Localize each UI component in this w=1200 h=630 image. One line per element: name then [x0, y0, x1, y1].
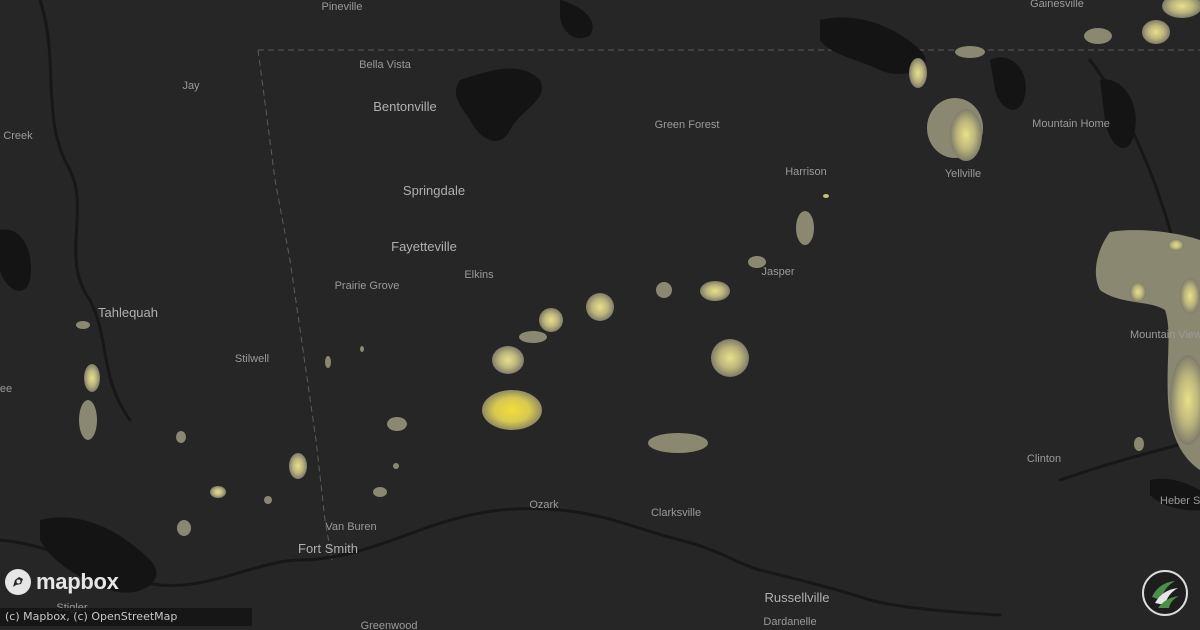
- city-label: Tahlequah: [98, 305, 158, 320]
- hail-swath: [176, 431, 186, 443]
- city-label: Fort Smith: [298, 541, 358, 556]
- hail-swath: [909, 58, 927, 88]
- city-label: Creek: [3, 130, 33, 142]
- hail-swath: [796, 211, 814, 245]
- hail-swath: [325, 356, 331, 368]
- hail-swath: [1134, 437, 1144, 451]
- hail-swath: [1142, 20, 1170, 44]
- city-label: ee: [0, 383, 12, 395]
- city-label: Harrison: [785, 166, 827, 178]
- hail-swath: [482, 390, 542, 430]
- city-label: Mountain View: [1130, 329, 1200, 341]
- city-label: Jay: [182, 80, 200, 92]
- hail-swath: [1084, 28, 1112, 44]
- hail-swath: [79, 400, 97, 440]
- hail-swath: [492, 346, 524, 374]
- city-label: Jasper: [761, 266, 794, 278]
- city-label: Heber S: [1160, 495, 1200, 507]
- map-canvas[interactable]: Pineville Bella Vista Jay Creek Bentonvi…: [0, 0, 1200, 630]
- hail-swath: [950, 109, 982, 161]
- city-label: Mountain Home: [1032, 118, 1110, 130]
- city-label: Ozark: [529, 499, 559, 511]
- hail-swath: [1168, 239, 1184, 251]
- city-label: Dardanelle: [763, 616, 816, 628]
- hail-swath: [289, 453, 307, 479]
- mapbox-logo-text: mapbox: [36, 569, 119, 594]
- city-label: Clarksville: [651, 507, 701, 519]
- hail-swath: [519, 331, 547, 343]
- city-label: Van Buren: [325, 521, 376, 533]
- mapbox-logo-icon: [5, 569, 31, 595]
- hail-swath: [711, 339, 749, 377]
- storm-badge-icon: [1142, 570, 1188, 616]
- city-label: Green Forest: [655, 119, 720, 131]
- city-label: Pineville: [322, 1, 363, 13]
- mapbox-logo[interactable]: mapbox: [4, 568, 119, 596]
- hail-swath: [700, 281, 730, 301]
- city-label: Bella Vista: [359, 59, 412, 71]
- city-label: Springdale: [403, 183, 465, 198]
- city-label: Russellville: [764, 590, 829, 605]
- hail-swath: [955, 46, 985, 58]
- city-label: Bentonville: [373, 99, 437, 114]
- hail-swath: [1180, 278, 1200, 314]
- hail-swath: [539, 308, 563, 332]
- city-label: Stilwell: [235, 353, 269, 365]
- hail-swath: [210, 486, 226, 498]
- hail-swath: [373, 487, 387, 497]
- hail-swath: [393, 463, 399, 469]
- hail-swath: [656, 282, 672, 298]
- hail-swath: [76, 321, 90, 329]
- city-label: Fayetteville: [391, 239, 457, 254]
- hail-swath: [387, 417, 407, 431]
- city-label: Gainesville: [1030, 0, 1084, 10]
- hail-swath: [823, 194, 829, 198]
- map-attribution[interactable]: (c) Mapbox, (c) OpenStreetMap: [0, 608, 252, 626]
- hail-swath: [264, 496, 272, 504]
- city-label: Elkins: [464, 269, 494, 281]
- hail-swath: [177, 520, 191, 536]
- city-label: Greenwood: [361, 620, 418, 630]
- city-label: Clinton: [1027, 453, 1061, 465]
- hail-swath: [84, 364, 100, 392]
- hail-swath: [360, 346, 364, 352]
- city-label: Yellville: [945, 168, 981, 180]
- hail-swath: [648, 433, 708, 453]
- hail-swath: [1130, 282, 1146, 302]
- city-label: Prairie Grove: [335, 280, 400, 292]
- hail-swath: [586, 293, 614, 321]
